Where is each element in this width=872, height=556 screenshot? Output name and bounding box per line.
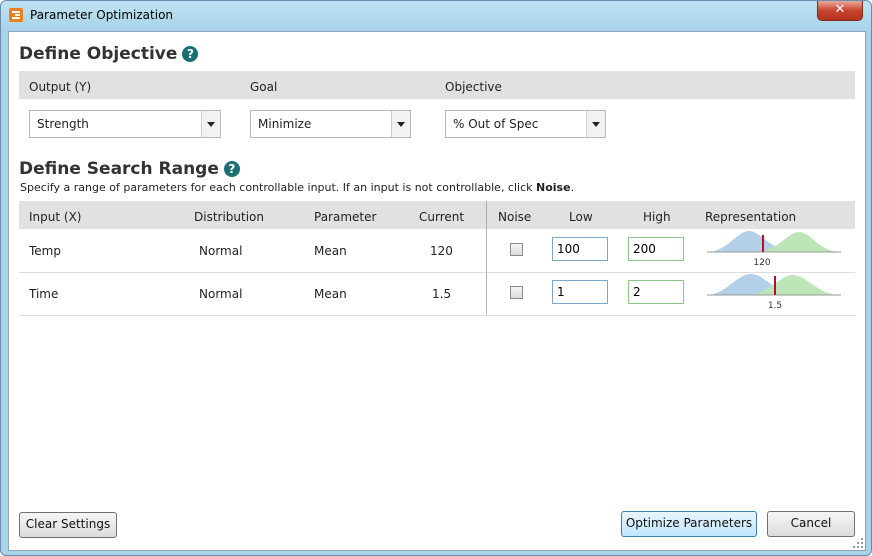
low-header: Low bbox=[569, 210, 593, 224]
close-button[interactable]: ✕ bbox=[817, 1, 863, 21]
dialog-content: Define Objective? Output (Y) Goal Object… bbox=[8, 31, 866, 551]
description-text: Specify a range of parameters for each c… bbox=[20, 181, 537, 194]
objective-header-bar: Output (Y) Goal Objective bbox=[19, 71, 855, 99]
representation-chart: 120 bbox=[707, 231, 841, 268]
search-help-icon[interactable]: ? bbox=[223, 161, 240, 177]
clear-settings-button[interactable]: Clear Settings bbox=[19, 512, 117, 538]
table-row: Temp Normal Mean 120 120 bbox=[19, 229, 855, 273]
search-description: Specify a range of parameters for each c… bbox=[20, 181, 574, 194]
description-noise-text: Noise bbox=[536, 181, 571, 194]
objective-select-value: % Out of Spec bbox=[453, 117, 539, 131]
high-input[interactable] bbox=[628, 237, 684, 261]
current-value: 1.5 bbox=[432, 287, 452, 301]
optimize-parameters-button[interactable]: Optimize Parameters bbox=[621, 511, 757, 537]
input-name: Time bbox=[29, 287, 59, 301]
dialog-window: Parameter Optimization ✕ Define Objectiv… bbox=[0, 0, 872, 556]
objective-title-text: Define Objective bbox=[19, 44, 178, 64]
search-header-bar: Input (X) Distribution Parameter Current… bbox=[19, 201, 855, 229]
distribution-value: Normal bbox=[199, 287, 243, 301]
noise-checkbox[interactable] bbox=[510, 286, 523, 299]
goal-select[interactable]: Minimize bbox=[250, 110, 411, 138]
app-icon bbox=[9, 8, 23, 22]
distribution-header: Distribution bbox=[194, 210, 265, 224]
chevron-down-icon[interactable] bbox=[391, 111, 410, 137]
title-bar[interactable]: Parameter Optimization ✕ bbox=[1, 1, 871, 31]
input-header: Input (X) bbox=[29, 210, 82, 224]
objective-select[interactable]: % Out of Spec bbox=[445, 110, 606, 138]
output-select-value: Strength bbox=[37, 117, 89, 131]
current-marker-label: 120 bbox=[753, 258, 770, 268]
goal-select-value: Minimize bbox=[258, 117, 312, 131]
chevron-down-icon[interactable] bbox=[201, 111, 220, 137]
high-header: High bbox=[643, 210, 671, 224]
parameter-value: Mean bbox=[314, 244, 347, 258]
low-input[interactable] bbox=[552, 237, 608, 261]
input-name: Temp bbox=[29, 244, 61, 258]
table-row: Time Normal Mean 1.5 1.5 bbox=[19, 272, 855, 316]
goal-header: Goal bbox=[250, 80, 278, 94]
search-section-title: Define Search Range? bbox=[19, 159, 240, 179]
search-title-text: Define Search Range bbox=[19, 159, 219, 179]
output-select[interactable]: Strength bbox=[29, 110, 221, 138]
parameter-header: Parameter bbox=[314, 210, 377, 224]
current-header: Current bbox=[419, 210, 465, 224]
low-input[interactable] bbox=[552, 280, 608, 304]
representation-header: Representation bbox=[705, 210, 797, 224]
window-title: Parameter Optimization bbox=[30, 8, 174, 22]
current-marker-label: 1.5 bbox=[768, 301, 782, 311]
description-suffix: . bbox=[570, 181, 575, 194]
cancel-button[interactable]: Cancel bbox=[767, 511, 855, 537]
objective-section-title: Define Objective? bbox=[19, 44, 199, 64]
output-header: Output (Y) bbox=[29, 80, 92, 94]
chevron-down-icon[interactable] bbox=[586, 111, 605, 137]
current-value: 120 bbox=[430, 244, 453, 258]
representation-chart: 1.5 bbox=[707, 274, 841, 311]
distribution-value: Normal bbox=[199, 244, 243, 258]
objective-header: Objective bbox=[445, 80, 502, 94]
resize-grip-icon[interactable] bbox=[853, 538, 863, 548]
parameter-value: Mean bbox=[314, 287, 347, 301]
objective-help-icon[interactable]: ? bbox=[182, 46, 199, 62]
noise-header: Noise bbox=[498, 210, 532, 224]
column-divider bbox=[486, 201, 487, 314]
high-input[interactable] bbox=[628, 280, 684, 304]
noise-checkbox[interactable] bbox=[510, 243, 523, 256]
